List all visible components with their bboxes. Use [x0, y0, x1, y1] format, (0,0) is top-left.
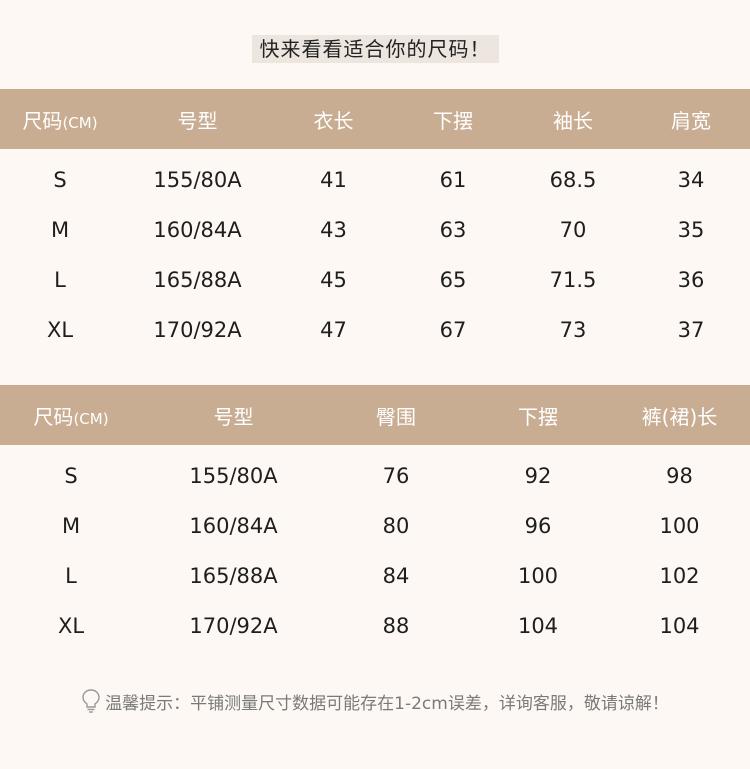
table-row: L 165/88A 45 65 71.5 36: [0, 255, 750, 305]
table-cell: 98: [666, 464, 693, 488]
table-cell: 104: [517, 614, 559, 638]
table-cell: 160/84A: [189, 514, 278, 538]
header-cell: 臀围: [325, 401, 467, 430]
table-cell: L: [54, 268, 66, 292]
header-label: 臀围: [376, 404, 416, 429]
table-cell: XL: [57, 614, 85, 638]
header-cell: 袖长: [514, 105, 632, 134]
table-cell: M: [61, 514, 81, 538]
table-cell: 96: [524, 514, 552, 538]
table-body: S 155/80A 76 92 98 M 160/84A 80 96 100 L…: [0, 445, 750, 651]
table-cell: 47: [320, 318, 347, 342]
table-cell: 170/92A: [189, 614, 278, 638]
table-cell: 170/92A: [153, 318, 242, 342]
table-cell: 76: [382, 464, 410, 488]
table-cell: 63: [439, 218, 467, 242]
table-cell: 100: [517, 564, 559, 588]
header-label: 袖长: [553, 108, 593, 133]
table-cell: 35: [677, 218, 705, 242]
table-cell: 84: [382, 564, 410, 588]
table-cell: S: [64, 464, 78, 488]
size-table-bottom: 尺码(CM) 号型 臀围 下摆 裤(裙)长 S 155/80A 76 92 98…: [0, 385, 750, 651]
header-cell: 尺码(CM): [0, 105, 120, 134]
table-cell: 88: [382, 614, 410, 638]
table-row: XL 170/92A 88 104 104: [0, 601, 750, 651]
header-label: 下摆: [518, 404, 558, 429]
table-cell: L: [65, 564, 77, 588]
table-header: 尺码(CM) 号型 臀围 下摆 裤(裙)长: [0, 385, 750, 445]
table-cell: 73: [559, 318, 587, 342]
header-cell: 裤(裙)长: [609, 401, 750, 430]
header-label: 衣长: [313, 108, 354, 133]
table-cell: 36: [677, 268, 705, 292]
footer-text: 温馨提示：平铺测量尺寸数据可能存在1-2cm误差，详询客服，敬请谅解！: [105, 693, 669, 714]
table-cell: 155/80A: [189, 464, 278, 488]
table-row: S 155/80A 76 92 98: [0, 451, 750, 501]
table-cell: 102: [659, 564, 700, 588]
header-label: 下摆: [433, 108, 473, 133]
table-row: M 160/84A 80 96 100: [0, 501, 750, 551]
table-cell: 165/88A: [153, 268, 242, 292]
header-cell: 下摆: [392, 105, 514, 134]
table-cell: XL: [46, 318, 74, 342]
lightbulb-icon: [82, 689, 100, 713]
table-cell: 155/80A: [153, 168, 242, 192]
page-title: 快来看看适合你的尺码！: [251, 35, 499, 63]
header-cell: 肩宽: [632, 105, 750, 134]
table-cell: S: [53, 168, 67, 192]
table-cell: 61: [439, 168, 467, 192]
header-cell: 衣长: [275, 105, 392, 134]
table-cell: 37: [677, 318, 705, 342]
footer-notice: 温馨提示：平铺测量尺寸数据可能存在1-2cm误差，详询客服，敬请谅解！: [0, 688, 750, 714]
table-cell: 70: [559, 218, 587, 242]
table-cell: 65: [439, 268, 467, 292]
table-cell: 92: [524, 464, 552, 488]
header-cell: 号型: [120, 105, 275, 134]
table-cell: 43: [320, 218, 347, 242]
header-label: 号型: [213, 404, 254, 429]
table-row: L 165/88A 84 100 102: [0, 551, 750, 601]
table-cell: 80: [382, 514, 410, 538]
table-cell: 165/88A: [189, 564, 278, 588]
table-cell: 160/84A: [153, 218, 242, 242]
title-wrap: 快来看看适合你的尺码！: [0, 35, 750, 63]
table-cell: 41: [320, 168, 347, 192]
header-unit: (CM): [62, 113, 98, 132]
table-body: S 155/80A 41 61 68.5 34 M 160/84A 43 63 …: [0, 149, 750, 355]
table-row: S 155/80A 41 61 68.5 34: [0, 155, 750, 205]
header-label: 号型: [177, 108, 218, 133]
table-row: M 160/84A 43 63 70 35: [0, 205, 750, 255]
table-cell: M: [50, 218, 70, 242]
header-label: 肩宽: [671, 108, 711, 133]
header-unit: (CM): [73, 409, 109, 428]
table-cell: 67: [439, 318, 467, 342]
header-label: 尺码: [33, 404, 74, 429]
table-row: XL 170/92A 47 67 73 37: [0, 305, 750, 355]
table-cell: 100: [659, 514, 700, 538]
header-cell: 尺码(CM): [0, 401, 142, 430]
size-table-top: 尺码(CM) 号型 衣长 下摆 袖长 肩宽 S 155/80A 41 61 68…: [0, 89, 750, 355]
header-cell: 号型: [142, 401, 325, 430]
table-cell: 34: [677, 168, 705, 192]
table-cell: 71.5: [549, 268, 597, 292]
table-header: 尺码(CM) 号型 衣长 下摆 袖长 肩宽: [0, 89, 750, 149]
table-cell: 45: [320, 268, 347, 292]
header-label: 尺码: [22, 108, 63, 133]
table-cell: 68.5: [549, 168, 597, 192]
header-cell: 下摆: [467, 401, 609, 430]
table-cell: 104: [659, 614, 700, 638]
header-label: 裤(裙)长: [641, 404, 718, 429]
